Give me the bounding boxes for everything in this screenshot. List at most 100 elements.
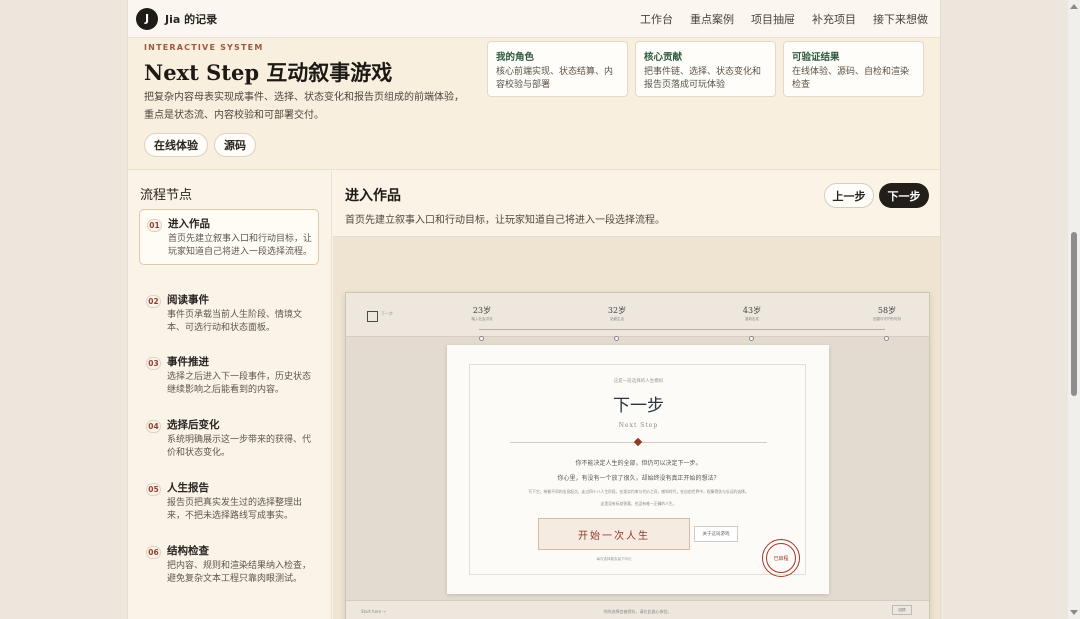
timeline-label: 回望与守护的时刻 bbox=[873, 317, 901, 321]
screenshot-preview: 下一步 23岁 踏入社会洪流 32岁 站稳生活 43岁 重新出发 58岁 回望与… bbox=[345, 292, 930, 619]
card-title: 我的角色 bbox=[496, 52, 535, 63]
step-title: 人生报告 bbox=[167, 482, 209, 494]
timeline-node: 32岁 站稳生活 bbox=[587, 305, 647, 341]
info-card-contribution: 核心贡献 把事件链、选择、状态变化和报告页落成可玩体验 bbox=[635, 41, 776, 97]
step-item-advance[interactable]: 03 事件推进 选择之后进入下一段事件，历史状态继续影响之后能看到的内容。 bbox=[139, 348, 319, 402]
preview-body-text: 这里没有标准答案，也没有唯一正确的人生。 bbox=[600, 501, 677, 506]
timeline-age: 58岁 bbox=[877, 306, 897, 315]
page-scrollbar[interactable] bbox=[1068, 0, 1080, 619]
eyebrow-label: INTERACTIVE SYSTEM bbox=[144, 43, 264, 52]
step-number: 05 bbox=[146, 483, 161, 496]
step-title: 选择后变化 bbox=[167, 419, 220, 431]
page: J Jia 的记录 工作台 重点案例 项目抽屉 补充项目 接下来想做 INTER… bbox=[127, 0, 941, 619]
nav-link-workbench[interactable]: 工作台 bbox=[640, 11, 673, 27]
scrollbar-thumb[interactable] bbox=[1071, 232, 1077, 396]
step-item-after-choice[interactable]: 04 选择后变化 系统明确展示这一步带来的获得、代价和状态变化。 bbox=[139, 411, 319, 465]
step-description: 把内容、规则和渲染结果纳入检查，避免复杂文本工程只靠肉眼测试。 bbox=[167, 561, 312, 584]
step-title: 阅读事件 bbox=[167, 294, 209, 306]
project-hero: INTERACTIVE SYSTEM Next Step 互动叙事游戏 把复杂内… bbox=[128, 38, 940, 170]
step-description: 事件页承载当前人生阶段、情境文本、可选行动和状态面板。 bbox=[167, 310, 303, 333]
source-code-button[interactable]: 源码 bbox=[214, 133, 256, 157]
step-description: 报告页把真实发生过的选择整理出来，不把未选择路线写成事实。 bbox=[167, 498, 303, 521]
scroll-up-arrow-icon[interactable] bbox=[1070, 4, 1078, 9]
nav-link-next-plans[interactable]: 接下来想做 bbox=[873, 11, 928, 27]
step-number: 04 bbox=[146, 420, 161, 433]
site-brand[interactable]: Jia 的记录 bbox=[165, 11, 217, 27]
timeline-node: 43岁 重新出发 bbox=[722, 305, 782, 341]
preview-tagline: 你不能决定人生的全部，但仍可以决定下一步。 bbox=[575, 460, 702, 467]
avatar[interactable]: J bbox=[136, 7, 158, 30]
next-step-button[interactable]: 下一步 bbox=[879, 183, 929, 208]
live-demo-button[interactable]: 在线体验 bbox=[144, 133, 208, 157]
step-detail-panel: 进入作品 首页先建立叙事入口和行动目标，让玩家知道自己将进入一段选择流程。 上一… bbox=[333, 171, 940, 619]
timeline-label: 站稳生活 bbox=[610, 317, 624, 321]
step-detail-title: 进入作品 bbox=[345, 188, 401, 204]
card-title: 可验证结果 bbox=[792, 52, 840, 63]
preview-title: 下一步 bbox=[613, 396, 664, 416]
hero-actions: 在线体验 源码 bbox=[144, 133, 256, 157]
nav-link-extra-projects[interactable]: 补充项目 bbox=[812, 11, 856, 27]
step-title: 进入作品 bbox=[168, 218, 210, 230]
preview-question: 你心里，有没有一个放了很久，却始终没有真正开始的想法？ bbox=[557, 475, 720, 482]
scroll-down-arrow-icon[interactable] bbox=[1070, 610, 1078, 615]
nav-link-key-cases[interactable]: 重点案例 bbox=[690, 11, 734, 27]
timeline-dot bbox=[749, 336, 754, 341]
timeline-age: 43岁 bbox=[742, 306, 762, 315]
step-item-enter[interactable]: 01 进入作品 首页先建立叙事入口和行动目标，让玩家知道自己将进入一段选择流程。 bbox=[139, 209, 319, 265]
preview-start-button: 开始一次人生 bbox=[538, 518, 690, 550]
preview-footer: Start here → 你的选择会被保存，请在此放心体验。 回顾 bbox=[346, 600, 929, 619]
timeline-label: 踏入社会洪流 bbox=[471, 317, 493, 321]
step-item-life-report[interactable]: 05 人生报告 报告页把真实发生过的选择整理出来，不把未选择路线写成事实。 bbox=[139, 474, 319, 528]
info-card-results: 可验证结果 在线体验、源码、自检和渲染检查 bbox=[783, 41, 924, 97]
step-header: 进入作品 首页先建立叙事入口和行动目标，让玩家知道自己将进入一段选择流程。 上一… bbox=[333, 171, 940, 237]
page-title: Next Step 互动叙事游戏 bbox=[144, 60, 393, 85]
preview-logo-text: 下一步 bbox=[381, 311, 393, 316]
timeline-dot bbox=[614, 336, 619, 341]
step-description: 系统明确展示这一步带来的获得、代价和状态变化。 bbox=[167, 435, 312, 458]
step-item-read-event[interactable]: 02 阅读事件 事件页承载当前人生阶段、情境文本、可选行动和状态面板。 bbox=[139, 286, 319, 340]
preview-topbar: 下一步 23岁 踏入社会洪流 32岁 站稳生活 43岁 重新出发 58岁 回望与… bbox=[346, 293, 929, 341]
preview-home-card: 这是一段选择的人生模拟 下一步 Next Step 你不能决定人生的全部，但仍可… bbox=[447, 345, 829, 594]
preview-about-button: 关于这局游戏 bbox=[694, 526, 738, 542]
top-nav: J Jia 的记录 工作台 重点案例 项目抽屉 补充项目 接下来想做 bbox=[128, 0, 940, 38]
timeline-dot bbox=[479, 336, 484, 341]
timeline-node: 23岁 踏入社会洪流 bbox=[452, 305, 512, 341]
hero-description: 把复杂内容母表实现成事件、选择、状态变化和报告页组成的前端体验，重点是状态流、内… bbox=[144, 92, 464, 121]
step-title: 结构检查 bbox=[167, 545, 209, 557]
step-number: 03 bbox=[146, 357, 161, 370]
step-number: 01 bbox=[147, 219, 162, 232]
timeline-label: 重新出发 bbox=[745, 317, 759, 321]
card-body: 核心前端实现、状态结算、内容校验与部署 bbox=[496, 67, 614, 90]
step-description: 选择之后进入下一段事件，历史状态继续影响之后能看到的内容。 bbox=[167, 372, 312, 395]
step-detail-description: 首页先建立叙事入口和行动目标，让玩家知道自己将进入一段选择流程。 bbox=[345, 215, 665, 226]
timeline-track bbox=[479, 329, 885, 330]
previous-step-button[interactable]: 上一步 bbox=[824, 183, 874, 208]
nav-link-project-drawer[interactable]: 项目抽屉 bbox=[751, 11, 795, 27]
info-card-role: 我的角色 核心前端实现、状态结算、内容校验与部署 bbox=[487, 41, 628, 97]
card-body: 在线体验、源码、自检和渲染检查 bbox=[792, 67, 910, 90]
preview-body-text: 写下它，带着不同的出身起点，走过四十八人生阶段，在现实约束与代价之间，感知时代，… bbox=[528, 489, 749, 494]
preview-footer-button: 回顾 bbox=[892, 605, 912, 615]
sidebar-title: 流程节点 bbox=[140, 188, 193, 203]
step-item-structure-check[interactable]: 06 结构检查 把内容、规则和渲染结果纳入检查，避免复杂文本工程只靠肉眼测试。 bbox=[139, 537, 319, 591]
preview-logo-icon bbox=[367, 311, 378, 322]
step-number: 06 bbox=[146, 546, 161, 559]
preview-kicker: 这是一段选择的人生模拟 bbox=[613, 379, 664, 384]
timeline-dot bbox=[884, 336, 889, 341]
timeline-age: 23岁 bbox=[472, 306, 492, 315]
nav-links: 工作台 重点案例 项目抽屉 补充项目 接下来想做 bbox=[640, 11, 928, 27]
diamond-icon bbox=[633, 437, 643, 447]
step-number: 02 bbox=[146, 295, 161, 308]
preview-footnote: 每次选择都会留下印记 bbox=[596, 557, 632, 561]
timeline-node: 58岁 回望与守护的时刻 bbox=[857, 305, 917, 341]
flow-sidebar: 流程节点 01 进入作品 首页先建立叙事入口和行动目标，让玩家知道自己将进入一段… bbox=[128, 171, 332, 619]
preview-card-border: 这是一段选择的人生模拟 下一步 Next Step 你不能决定人生的全部，但仍可… bbox=[469, 364, 806, 577]
step-description: 首页先建立叙事入口和行动目标，让玩家知道自己将进入一段选择流程。 bbox=[168, 234, 313, 257]
seal-stamp-icon: 已启程 bbox=[762, 539, 800, 577]
card-body: 把事件链、选择、状态变化和报告页落成可玩体验 bbox=[644, 67, 762, 90]
preview-subtitle: Next Step bbox=[618, 422, 659, 429]
seal-text: 已启程 bbox=[766, 543, 796, 573]
preview-footer-note: 你的选择会被保存，请在此放心体验。 bbox=[603, 609, 672, 614]
card-title: 核心贡献 bbox=[644, 52, 683, 63]
step-title: 事件推进 bbox=[167, 356, 209, 368]
